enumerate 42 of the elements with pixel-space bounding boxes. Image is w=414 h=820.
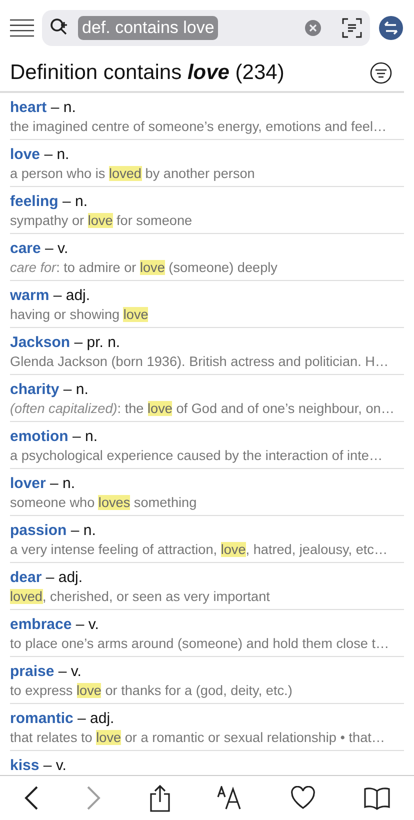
result-headword[interactable]: romantic – adj. [10, 709, 404, 728]
result-definition: to express love or thanks for a (god, deity, etc.) [10, 682, 294, 700]
result-headword[interactable]: lover – n. [10, 474, 404, 493]
search-token: def. contains love [78, 16, 218, 40]
result-definition: Glenda Jackson (born 1936). British actress and politician. H… [10, 353, 390, 371]
result-definition: someone who loves something [10, 494, 198, 512]
result-headword[interactable]: kiss – v. [10, 756, 404, 775]
book-icon [362, 786, 391, 810]
result-headword[interactable]: feeling – n. [10, 192, 404, 211]
result-definition: loved, cherished, or seen as very important [10, 588, 271, 606]
forward-icon [86, 785, 102, 811]
result-definition: a person who is loved by another person [10, 165, 256, 183]
result-headword[interactable]: dear – adj. [10, 568, 404, 587]
result-headword[interactable]: praise – v. [10, 662, 404, 681]
result-headword[interactable]: love – n. [10, 145, 404, 164]
menu-icon[interactable] [10, 19, 34, 37]
heart-icon [290, 786, 316, 810]
result-headword[interactable]: embrace – v. [10, 615, 404, 634]
result-definition: (often capitalized): the love of God and of one’s neighbour, on… [10, 400, 396, 418]
filter-icon[interactable] [370, 62, 392, 84]
scan-icon[interactable] [342, 18, 362, 38]
result-definition: to place one’s arms around (someone) and hold them close t… [10, 635, 390, 653]
result-definition: sympathy or love for someone [10, 212, 194, 230]
swap-icon[interactable] [378, 15, 404, 41]
result-headword[interactable]: heart – n. [10, 98, 404, 117]
back-icon [23, 785, 40, 811]
clear-icon[interactable] [304, 19, 322, 37]
result-definition: having or showing love [10, 306, 150, 324]
result-headword[interactable]: warm – adj. [10, 286, 404, 305]
result-headword[interactable]: Jackson – pr. n. [10, 333, 404, 352]
result-definition: a psychological experience caused by the interaction of inte… [10, 447, 384, 465]
result-definition: the imagined centre of someone’s energy, emotions and feel… [10, 118, 388, 136]
text-size-icon [217, 786, 244, 810]
result-definition: a very intense feeling of attraction, love, hatred, jealousy, etc… [10, 541, 389, 559]
result-headword[interactable]: care – v. [10, 239, 404, 258]
result-definition: care for: to admire or love (someone) deeply [10, 259, 278, 277]
share-icon [148, 784, 171, 812]
results-heading: Definition contains love (234) [10, 61, 286, 85]
result-headword[interactable]: emotion – n. [10, 427, 404, 446]
result-headword[interactable]: charity – n. [10, 380, 404, 399]
result-headword[interactable]: passion – n. [10, 521, 404, 540]
result-definition: that relates to love or a romantic or sexual relationship • that… [10, 729, 386, 747]
